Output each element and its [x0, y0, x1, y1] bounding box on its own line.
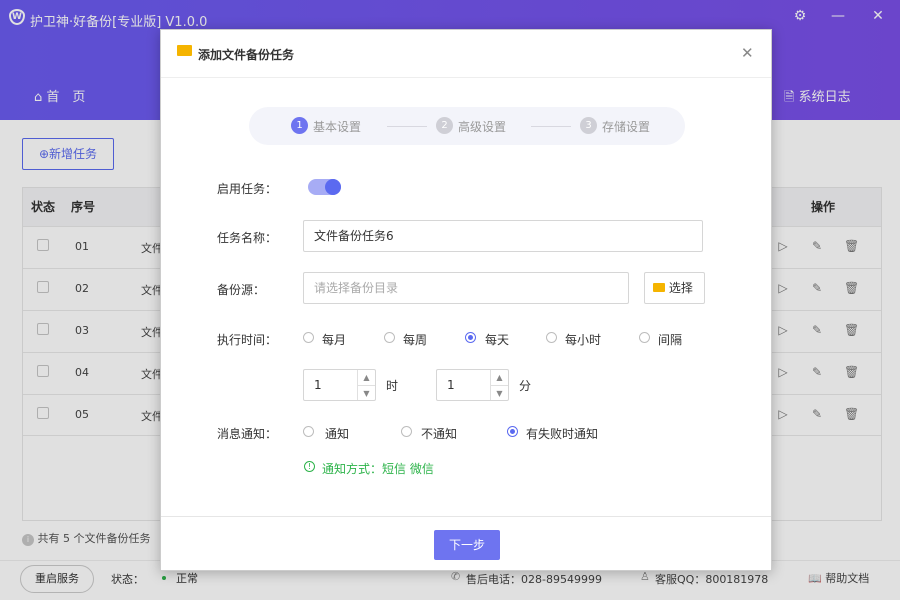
select-source-button[interactable]: 选择 [644, 272, 705, 304]
dialog-title: 添加文件备份任务 [198, 48, 295, 62]
radio-notify[interactable] [303, 426, 314, 437]
hour-stepper-buttons: ▲ ▼ [357, 370, 375, 400]
hour-unit: 时 [386, 379, 399, 393]
hour-up-icon[interactable]: ▲ [358, 370, 375, 385]
radio-notify-on-failure[interactable] [507, 426, 518, 437]
radio-notify-label: 通知 [325, 427, 350, 441]
radio-interval[interactable] [639, 332, 650, 343]
next-step-button[interactable]: 下一步 [434, 530, 500, 560]
task-name-label: 任务名称： [217, 231, 278, 245]
minute-down-icon[interactable]: ▼ [491, 385, 508, 400]
select-label: 选择 [668, 281, 693, 295]
dialog-footer-divider [161, 516, 771, 517]
step-indicator: 1 基本设置 2 高级设置 3 存储设置 [249, 107, 685, 145]
hour-down-icon[interactable]: ▼ [358, 385, 375, 400]
hour-value: 1 [314, 378, 322, 392]
dialog-header: 添加文件备份任务 ✕ [161, 30, 771, 78]
notify-method-text: 通知方式：短信 微信 [322, 462, 434, 476]
enable-toggle[interactable] [308, 179, 341, 195]
toggle-knob [325, 179, 341, 195]
source-placeholder: 请选择备份目录 [314, 281, 399, 295]
step-1-label[interactable]: 基本设置 [313, 118, 361, 135]
dialog-close-icon[interactable]: ✕ [741, 44, 754, 62]
radio-no-notify[interactable] [401, 426, 412, 437]
radio-weekly-label: 每周 [403, 333, 428, 347]
enable-label: 启用任务： [217, 182, 278, 196]
add-backup-task-dialog: 添加文件备份任务 ✕ 1 基本设置 2 高级设置 3 存储设置 启用任务： 任务… [160, 29, 772, 571]
task-name-value: 文件备份任务6 [314, 229, 394, 243]
step-divider [387, 126, 427, 127]
radio-daily-label: 每天 [485, 333, 510, 347]
radio-weekly[interactable] [384, 332, 395, 343]
step-2-label[interactable]: 高级设置 [458, 118, 506, 135]
minute-up-icon[interactable]: ▲ [491, 370, 508, 385]
minute-stepper[interactable]: 1 ▲ ▼ [436, 369, 509, 401]
source-input[interactable]: 请选择备份目录 [303, 272, 629, 304]
minute-stepper-buttons: ▲ ▼ [490, 370, 508, 400]
step-2-number: 2 [436, 117, 453, 134]
source-label: 备份源： [217, 283, 266, 297]
folder-small-icon [653, 283, 665, 292]
radio-notify-on-failure-label: 有失败时通知 [526, 427, 599, 441]
hour-stepper[interactable]: 1 ▲ ▼ [303, 369, 376, 401]
minute-value: 1 [447, 378, 455, 392]
step-3-label[interactable]: 存储设置 [602, 118, 650, 135]
task-name-input[interactable]: 文件备份任务6 [303, 220, 703, 252]
exec-time-label: 执行时间： [217, 333, 278, 347]
notify-label: 消息通知： [217, 427, 278, 441]
folder-icon [177, 45, 192, 56]
radio-daily[interactable] [465, 332, 476, 343]
step-divider [531, 126, 571, 127]
radio-interval-label: 间隔 [658, 333, 683, 347]
radio-no-notify-label: 不通知 [421, 427, 458, 441]
radio-monthly-label: 每月 [322, 333, 347, 347]
step-1-number: 1 [291, 117, 308, 134]
radio-hourly[interactable] [546, 332, 557, 343]
step-3-number: 3 [580, 117, 597, 134]
radio-monthly[interactable] [303, 332, 314, 343]
minute-unit: 分 [519, 379, 532, 393]
notify-info-icon: ! [304, 461, 315, 472]
radio-hourly-label: 每小时 [565, 333, 602, 347]
